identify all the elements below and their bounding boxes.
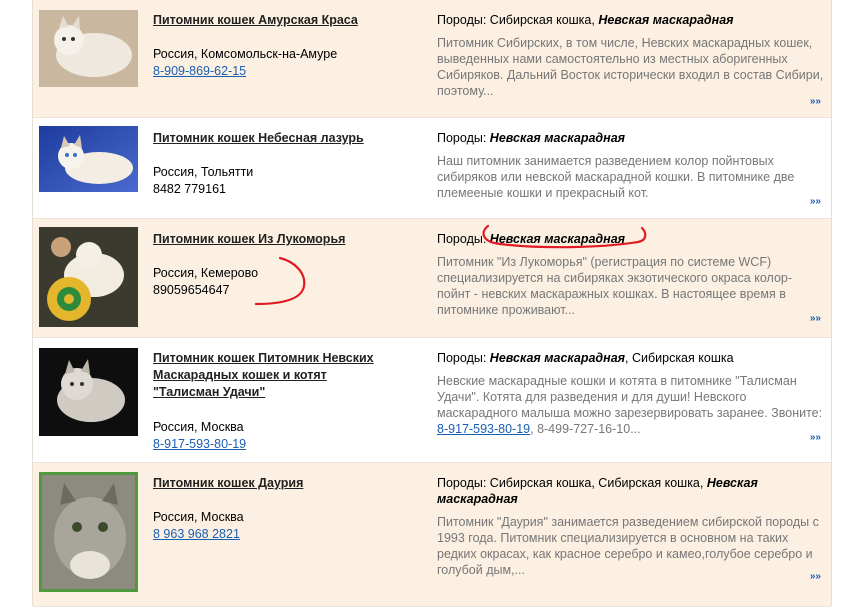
phone-link[interactable]: 8-917-593-80-19 <box>437 422 530 436</box>
breed-highlight: Невская маскарадная <box>489 351 626 365</box>
cat-photo[interactable] <box>39 10 138 87</box>
description: Питомник "Даурия" занимается разведением… <box>437 515 819 577</box>
breed-highlight: Невская маскарадная <box>489 131 626 145</box>
list-item: Питомник кошек Небесная лазурь Россия, Т… <box>33 118 831 219</box>
more-link[interactable]: »» <box>810 96 821 107</box>
breeds: Породы: Сибирская кошка, Невская маскара… <box>437 13 734 27</box>
cattery-title-link[interactable]: Питомник кошек Амурская Краса <box>153 12 393 29</box>
location: Россия, Тольятти <box>153 165 254 179</box>
cat-photo[interactable] <box>39 348 138 436</box>
phone-link[interactable]: 8 963 968 2821 <box>153 526 393 543</box>
location: Россия, Комсомольск-на-Амуре <box>153 47 338 61</box>
cattery-title-link[interactable]: Питомник кошек Питомник Невских Маскарад… <box>153 350 393 401</box>
cattery-list: Питомник кошек Амурская Краса Россия, Ко… <box>32 0 832 607</box>
breed-highlight: Невская маскарадная <box>489 232 626 246</box>
list-item: Питомник кошек Даурия Россия, Москва 8 9… <box>33 463 831 607</box>
phone-link[interactable]: 8-917-593-80-19 <box>153 436 393 453</box>
cattery-title-link[interactable]: Питомник кошек Небесная лазурь <box>153 130 393 147</box>
cat-photo[interactable] <box>39 472 138 592</box>
phone-link[interactable]: 8-909-869-62-15 <box>153 63 393 80</box>
cattery-title-link[interactable]: Питомник кошек Даурия <box>153 475 393 492</box>
list-item: Питомник кошек Питомник Невских Маскарад… <box>33 338 831 463</box>
breeds: Породы: Невская маскарадная <box>437 131 626 145</box>
location: Россия, Кемерово <box>153 266 259 280</box>
location: Россия, Москва <box>153 420 244 434</box>
cattery-title-link[interactable]: Питомник кошек Из Лукоморья <box>153 231 393 248</box>
list-item: Питомник кошек Из Лукоморья Россия, Кеме… <box>33 219 831 338</box>
more-link[interactable]: »» <box>810 432 821 443</box>
breeds: Породы: Сибирская кошка, Сибирская кошка… <box>437 476 758 506</box>
more-link[interactable]: »» <box>810 196 821 207</box>
breeds: Породы: Невская маскарадная, Сибирская к… <box>437 351 734 365</box>
description: Невские маскарадные кошки и котята в пит… <box>437 374 823 436</box>
description: Питомник Сибирских, в том числе, Невских… <box>437 36 824 98</box>
more-link[interactable]: »» <box>810 571 821 582</box>
cat-photo[interactable] <box>39 227 138 327</box>
more-link[interactable]: »» <box>810 313 821 324</box>
breeds: Породы: Невская маскарадная <box>437 232 626 246</box>
phone: 89059654647 <box>153 283 230 297</box>
phone: 8482 779161 <box>153 182 226 196</box>
breed-highlight: Невская маскарадная <box>598 13 734 27</box>
description: Наш питомник занимается разведением коло… <box>437 154 795 200</box>
description: Питомник "Из Лукоморья" (регистрация по … <box>437 255 793 317</box>
list-item: Питомник кошек Амурская Краса Россия, Ко… <box>33 0 831 118</box>
location: Россия, Москва <box>153 510 244 524</box>
right-sidebar-edge <box>850 0 855 606</box>
cat-photo[interactable] <box>39 126 138 192</box>
